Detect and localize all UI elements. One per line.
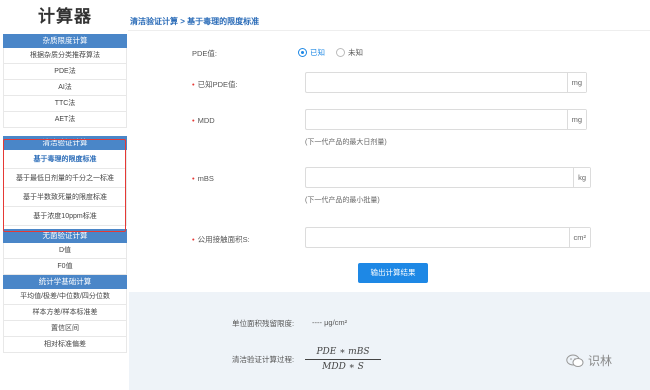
menu-item-f0-value[interactable]: F0值 xyxy=(3,259,127,275)
pde-label: PDE值: xyxy=(192,49,218,58)
menu-item-confidence-interval[interactable]: 置信区间 xyxy=(3,321,127,337)
formula: PDE ∗ mBS MDD ∗ S xyxy=(305,347,381,372)
limit-value: ---- μg/cm² xyxy=(312,318,348,327)
radio-dot-icon xyxy=(336,48,345,57)
required-mark: • xyxy=(192,80,195,89)
mdd-label: MDD xyxy=(197,116,215,125)
wechat-icon xyxy=(566,354,584,367)
group-header-sterility: 无菌验证计算 xyxy=(3,229,127,243)
mdd-label-wrap: • MDD xyxy=(192,116,215,125)
group-header-statistics: 统计学基础计算 xyxy=(3,275,127,289)
menu-item-ai[interactable]: AI法 xyxy=(3,80,127,96)
required-mark: • xyxy=(192,235,195,244)
calculate-button[interactable]: 输出计算结果 xyxy=(358,263,428,283)
known-pde-label: 已知PDE值: xyxy=(197,80,238,89)
app-root: 计算器 杂质限度计算 根据杂质分类推荐算法 PDE法 AI法 TTC法 AET法… xyxy=(0,0,650,390)
area-label: 公用接触面积S: xyxy=(197,235,250,244)
menu-item-ld50-limit[interactable]: 基于半数致死量的限度标准 xyxy=(3,188,127,207)
mbs-label: mBS xyxy=(197,174,214,183)
mdd-hint: (下一代产品的最大日剂量) xyxy=(305,139,387,146)
mbs-unit: kg xyxy=(573,168,590,187)
known-pde-unit: mg xyxy=(566,73,586,92)
area-unit: cm² xyxy=(568,228,590,247)
radio-pde-unknown[interactable]: 未知 xyxy=(336,47,363,58)
radio-pde-unknown-label: 未知 xyxy=(348,48,363,57)
sidebar: 计算器 杂质限度计算 根据杂质分类推荐算法 PDE法 AI法 TTC法 AET法… xyxy=(3,0,127,390)
radio-pde-known-label: 已知 xyxy=(310,48,325,57)
watermark: 识林 xyxy=(566,352,612,369)
mbs-input[interactable]: kg xyxy=(305,167,591,188)
required-mark: • xyxy=(192,116,195,125)
process-label: 清洁验证计算过程: xyxy=(232,355,295,364)
required-mark: • xyxy=(192,174,195,183)
watermark-text: 识林 xyxy=(588,354,613,368)
limit-label: 单位面积残留限度: xyxy=(232,319,295,328)
radio-pde-known[interactable]: 已知 xyxy=(298,47,325,58)
group-header-cleaning: 清洁验证计算 xyxy=(3,136,127,150)
known-pde-input[interactable]: mg xyxy=(305,72,587,93)
mdd-input[interactable]: mg xyxy=(305,109,587,130)
app-title: 计算器 xyxy=(38,7,92,26)
menu-item-ttc[interactable]: TTC法 xyxy=(3,96,127,112)
area-input[interactable]: cm² xyxy=(305,227,591,248)
menu-item-mean-range[interactable]: 平均值/极差/中位数/四分位数 xyxy=(3,289,127,305)
mbs-hint: (下一代产品的最小批量) xyxy=(305,197,380,204)
menu-item-variance[interactable]: 样本方差/样本标准差 xyxy=(3,305,127,321)
group-header-impurity: 杂质限度计算 xyxy=(3,34,127,48)
formula-numerator: PDE ∗ mBS xyxy=(305,347,381,360)
menu-item-impurity-recommend[interactable]: 根据杂质分类推荐算法 xyxy=(3,48,127,64)
menu-item-rsd[interactable]: 相对标准偏差 xyxy=(3,337,127,353)
mbs-label-wrap: • mBS xyxy=(192,174,214,183)
known-pde-label-wrap: • 已知PDE值: xyxy=(192,79,238,90)
mdd-unit: mg xyxy=(566,110,586,129)
header-divider xyxy=(128,30,650,31)
formula-denominator: MDD ∗ S xyxy=(322,362,364,372)
result-panel xyxy=(129,292,650,390)
menu-item-toxicology-limit[interactable]: 基于毒理的限度标准 xyxy=(3,150,127,169)
menu-item-pde[interactable]: PDE法 xyxy=(3,64,127,80)
menu-item-aet[interactable]: AET法 xyxy=(3,112,127,128)
breadcrumb: 清洁验证计算 > 基于毒理的限度标准 xyxy=(130,17,260,26)
menu-item-d-value[interactable]: D值 xyxy=(3,243,127,259)
area-label-wrap: • 公用接触面积S: xyxy=(192,234,250,245)
menu-item-10ppm-limit[interactable]: 基于浓度10ppm标准 xyxy=(3,207,127,226)
radio-dot-icon xyxy=(298,48,307,57)
menu-item-min-dose-limit[interactable]: 基于最低日剂量的千分之一标准 xyxy=(3,169,127,188)
